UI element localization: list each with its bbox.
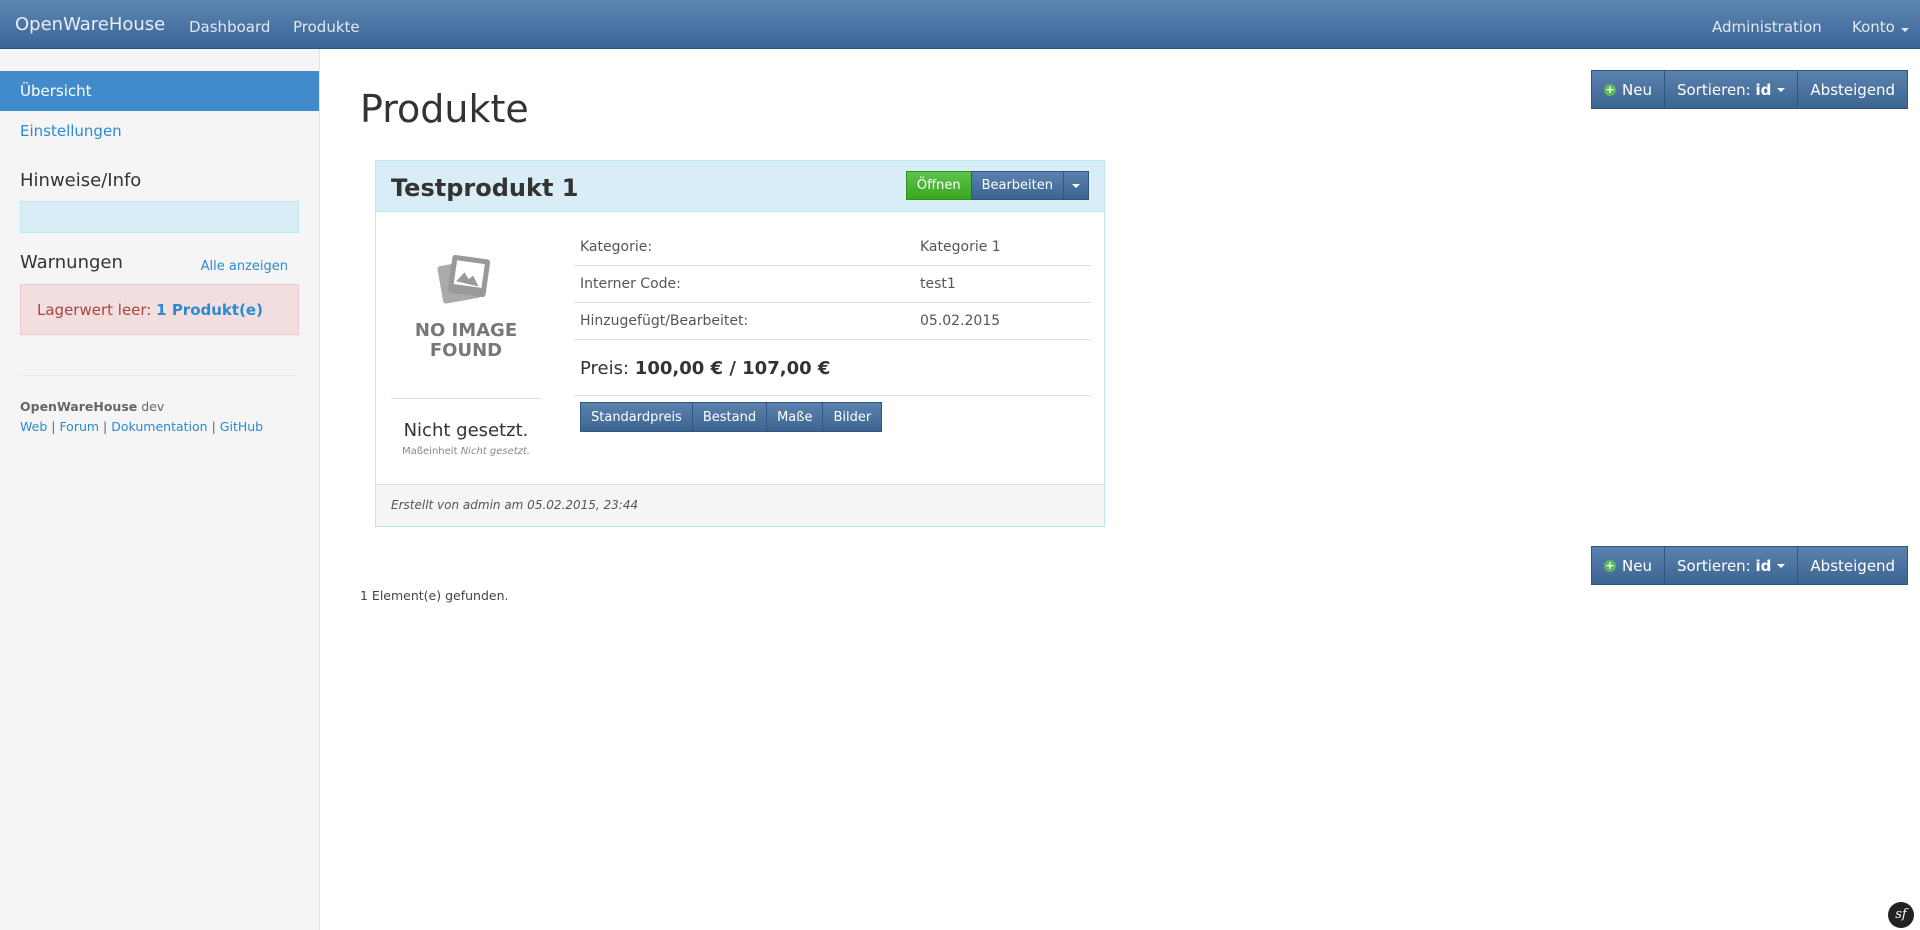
table-row: Hinzugefügt/Bearbeitet: 05.02.2015 (574, 303, 1091, 340)
table-row: Interner Code: test1 (574, 266, 1091, 303)
footer-app-name: OpenWareHouse (20, 399, 138, 414)
page-title: Produkte (360, 87, 529, 131)
no-image-line-2: FOUND (429, 340, 503, 361)
product-title[interactable]: Testprodukt 1 (391, 174, 578, 202)
sort-value: id (1755, 556, 1772, 575)
plus-circle-icon: + (1604, 82, 1616, 96)
footer-link-web[interactable]: Web (20, 419, 47, 434)
nav-dashboard[interactable]: Dashboard (189, 18, 270, 36)
property-value: Kategorie 1 (920, 239, 1001, 255)
footer-link-forum[interactable]: Forum (59, 419, 99, 434)
unit-caption: Maßeinheit Nicht gesetzt. (391, 446, 541, 457)
toolbar-top: + Neu Sortieren: id Absteigend (1591, 70, 1909, 109)
nav-produkte[interactable]: Produkte (293, 18, 360, 36)
new-button-label: Neu (1622, 80, 1652, 99)
chevron-down-icon (1777, 87, 1786, 92)
property-key: Kategorie: (580, 239, 653, 255)
brand-link[interactable]: OpenWareHouse (15, 14, 165, 35)
sort-label: Sortieren: (1676, 80, 1751, 99)
warning-alert: Lagerwert leer: 1 Produkt(e) (20, 284, 299, 335)
sidebar-item-einstellungen[interactable]: Einstellungen (0, 111, 319, 151)
sidebar-footer: OpenWareHouse dev Web | Forum | Dokument… (20, 399, 264, 434)
warnings-show-all-link[interactable]: Alle anzeigen (201, 259, 288, 274)
tab-masse[interactable]: Maße (766, 402, 824, 432)
price-row: Preis: 100,00 € / 107,00 € (574, 340, 1091, 396)
info-heading: Hinweise/Info (20, 170, 142, 191)
sort-dropdown[interactable]: Sortieren: id (1663, 546, 1799, 585)
property-value: 05.02.2015 (920, 313, 1001, 329)
no-image-text: NO IMAGE FOUND (391, 321, 541, 361)
chevron-down-icon (1900, 28, 1909, 32)
edit-dropdown-toggle[interactable] (1063, 171, 1089, 200)
sidebar-item-uebersicht[interactable]: Übersicht (0, 71, 319, 111)
order-button[interactable]: Absteigend (1797, 70, 1909, 109)
warning-text: Lagerwert leer: (37, 301, 152, 319)
new-button[interactable]: + Neu (1591, 546, 1665, 585)
chevron-down-icon (1777, 563, 1786, 568)
unit-value: Nicht gesetzt. (460, 446, 531, 457)
tab-bestand[interactable]: Bestand (691, 402, 768, 432)
footer-link-github[interactable]: GitHub (220, 419, 263, 434)
image-placeholder-icon (437, 254, 491, 304)
product-panel-footer: Erstellt von admin am 05.02.2015, 23:44 (376, 484, 1104, 526)
tab-standardpreis[interactable]: Standardpreis (580, 402, 693, 432)
nav-administration[interactable]: Administration (1712, 18, 1822, 36)
plus-circle-icon: + (1604, 558, 1616, 572)
divider (391, 398, 541, 399)
footer-link-dokumentation[interactable]: Dokumentation (111, 419, 207, 434)
price-value: 100,00 € / 107,00 € (634, 358, 831, 379)
order-button[interactable]: Absteigend (1797, 546, 1909, 585)
product-tabs: Standardpreis Bestand Maße Bilder (580, 402, 883, 432)
new-button-label: Neu (1622, 556, 1652, 575)
price-label: Preis: (580, 358, 630, 379)
product-actions: Öffnen Bearbeiten (905, 171, 1089, 200)
product-image-placeholder: NO IMAGE FOUND (391, 221, 541, 401)
warning-link[interactable]: 1 Produkt(e) (156, 301, 263, 319)
tab-bilder[interactable]: Bilder (822, 402, 883, 432)
edit-button[interactable]: Bearbeiten (970, 171, 1064, 200)
nav-konto[interactable]: Konto (1852, 18, 1909, 36)
sort-value: id (1755, 80, 1772, 99)
top-navbar: OpenWareHouse Dashboard Produkte Adminis… (0, 0, 1920, 49)
property-key: Hinzugefügt/Bearbeitet: (580, 313, 749, 329)
nav-konto-label: Konto (1852, 18, 1895, 36)
price: Preis: 100,00 € / 107,00 € (580, 358, 830, 379)
divider (20, 375, 299, 376)
sort-dropdown[interactable]: Sortieren: id (1663, 70, 1799, 109)
results-count: 1 Element(e) gefunden. (360, 588, 509, 603)
chevron-down-icon (1072, 183, 1080, 188)
sort-label: Sortieren: (1676, 556, 1751, 575)
toolbar-bottom: + Neu Sortieren: id Absteigend (1591, 546, 1909, 585)
product-panel: Testprodukt 1 Öffnen Bearbeiten NO IMAGE… (375, 160, 1105, 527)
product-panel-header: Testprodukt 1 Öffnen Bearbeiten (376, 161, 1104, 212)
sidebar: Übersicht Einstellungen Hinweise/Info Wa… (0, 49, 320, 930)
info-box (20, 201, 299, 233)
property-value: test1 (920, 276, 956, 292)
symfony-toolbar-icon[interactable]: sf (1888, 902, 1914, 928)
property-key: Interner Code: (580, 276, 681, 292)
unit-main-value: Nicht gesetzt. (403, 420, 529, 441)
no-image-line-1: NO IMAGE (414, 320, 518, 341)
table-row: Kategorie: Kategorie 1 (574, 229, 1091, 266)
unit-label: Maßeinheit (401, 446, 458, 457)
warnings-heading: Warnungen (20, 252, 123, 273)
open-button[interactable]: Öffnen (905, 171, 972, 200)
new-button[interactable]: + Neu (1591, 70, 1665, 109)
product-properties-table: Kategorie: Kategorie 1 Interner Code: te… (574, 229, 1091, 396)
footer-version: dev (141, 399, 165, 414)
